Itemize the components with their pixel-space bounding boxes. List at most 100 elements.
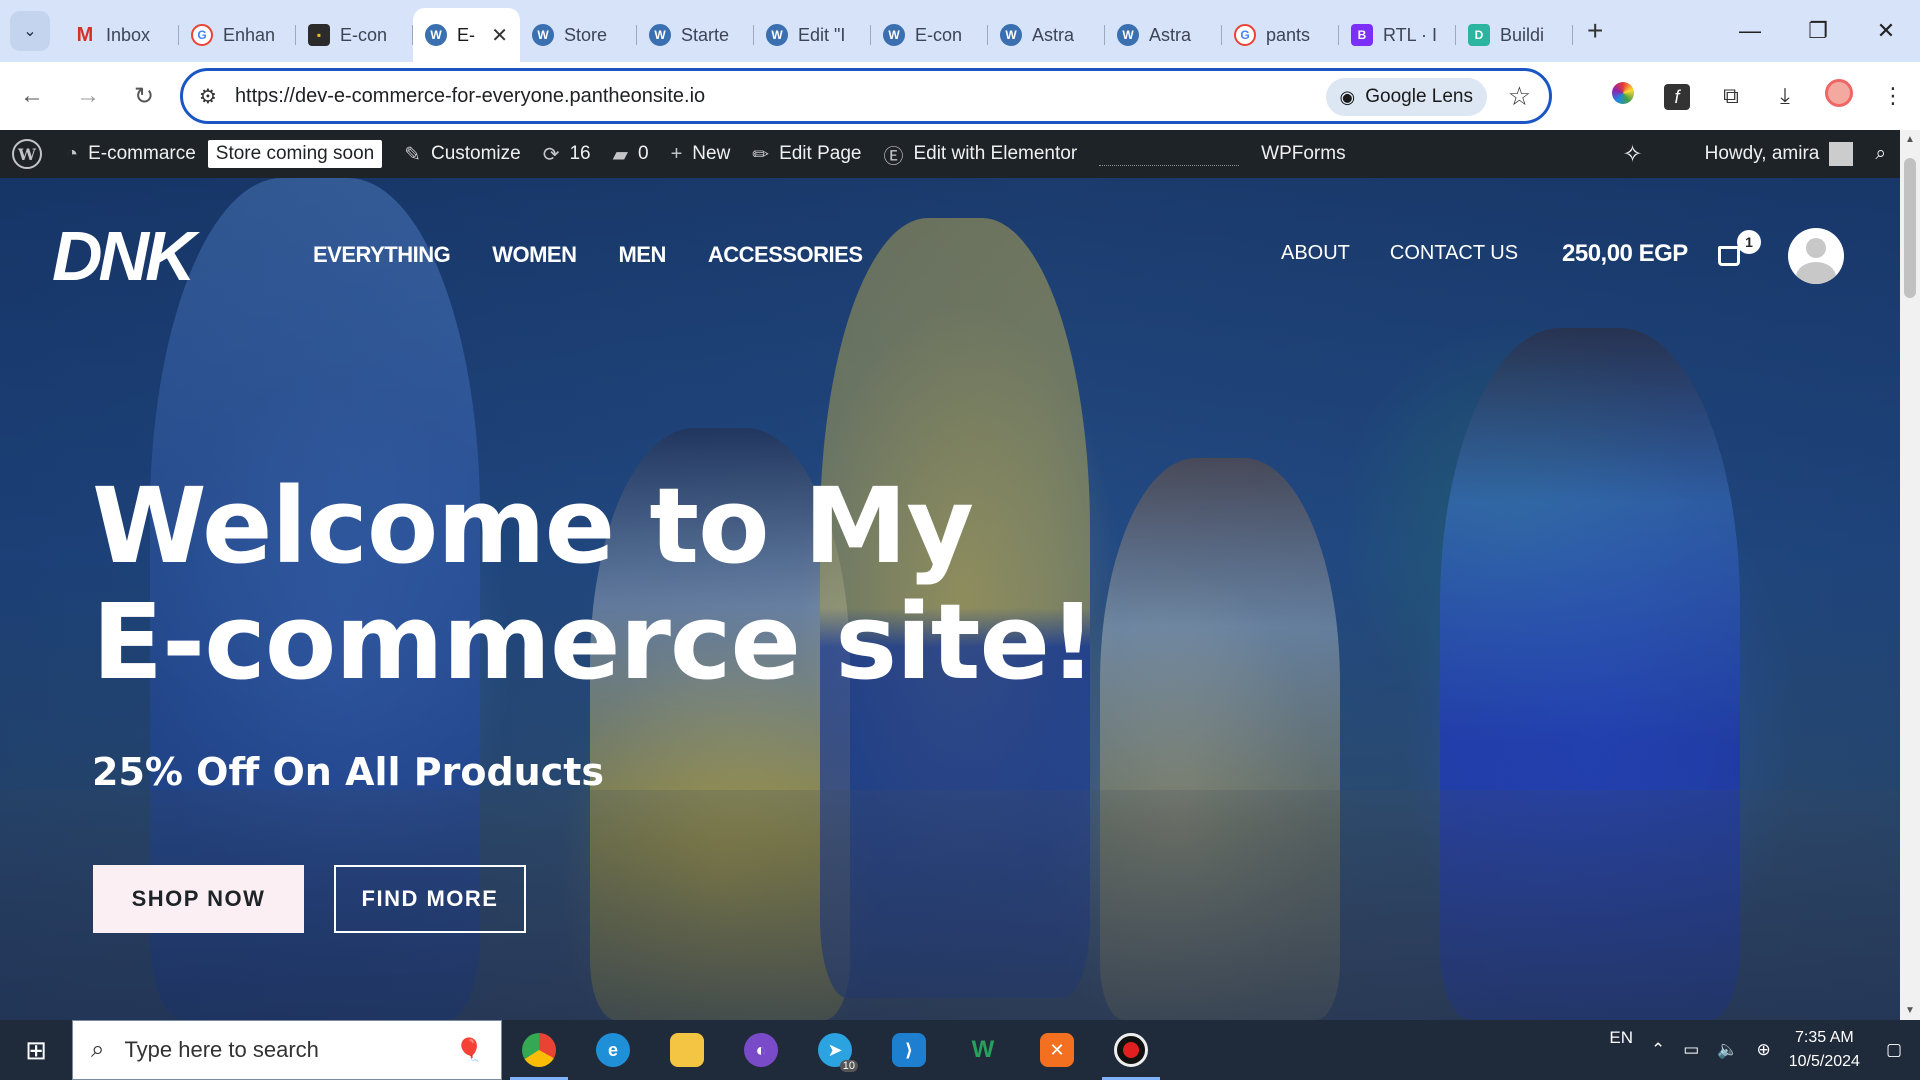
- tab-title: Starte: [681, 24, 730, 45]
- admin-search-icon[interactable]: ⌕: [1875, 143, 1886, 165]
- admin-updates[interactable]: ⟳ 16: [543, 142, 591, 167]
- taskbar-clock[interactable]: 7:35 AM 10/5/2024: [1789, 1026, 1860, 1074]
- browser-tab[interactable]: W Starte: [637, 13, 754, 57]
- menu-item-women[interactable]: WOMEN: [492, 242, 577, 268]
- tab-title: E-con: [340, 24, 388, 45]
- battery-icon[interactable]: ▭: [1683, 1040, 1699, 1060]
- more-menu-icon[interactable]: ⋮: [1866, 83, 1920, 109]
- toolbar-actions: f ⧉ ⤓ ⋮: [1596, 62, 1920, 130]
- github-app[interactable]: ◐: [724, 1020, 798, 1080]
- secondary-menu: ABOUT CONTACT US: [1281, 242, 1558, 265]
- tab-search-button[interactable]: ⌄: [10, 11, 50, 51]
- edit-elementor-label: Edit with Elementor: [913, 143, 1078, 164]
- find-more-button[interactable]: FIND MORE: [334, 865, 526, 933]
- vscode-app[interactable]: ⟩: [872, 1020, 946, 1080]
- close-window-icon[interactable]: ✕: [1852, 18, 1920, 44]
- folder-icon: [670, 1033, 704, 1067]
- xampp-app[interactable]: ✕: [1020, 1020, 1094, 1080]
- admin-customize[interactable]: ✎ Customize: [404, 142, 521, 167]
- restore-icon[interactable]: ❐: [1784, 18, 1852, 44]
- telegram-app[interactable]: ➤ 10: [798, 1020, 872, 1080]
- wordpress-logo-icon[interactable]: W: [12, 139, 42, 169]
- color-extension-icon[interactable]: [1596, 82, 1650, 110]
- taskbar-search[interactable]: ⌕ Type here to search 🎈: [72, 1020, 502, 1080]
- shop-now-button[interactable]: SHOP NOW: [93, 865, 304, 933]
- scroll-down-icon[interactable]: ▼: [1900, 1005, 1920, 1016]
- menu-item-men[interactable]: MEN: [618, 242, 666, 268]
- browser-tab[interactable]: W Astra: [988, 13, 1105, 57]
- dashboard-gauge-icon: ◔: [66, 142, 79, 165]
- file-explorer-app[interactable]: [650, 1020, 724, 1080]
- menu-item-contact[interactable]: CONTACT US: [1390, 242, 1518, 265]
- admin-account[interactable]: Howdy, amira: [1705, 142, 1854, 166]
- browser-tab[interactable]: W Store: [520, 13, 637, 57]
- chevron-up-icon[interactable]: ⌃: [1651, 1040, 1665, 1060]
- lens-icon: ◉: [1339, 86, 1356, 107]
- windows-start-icon[interactable]: ⊞: [0, 1035, 72, 1066]
- recorder-app[interactable]: [1094, 1020, 1168, 1080]
- tab-title: E-con: [915, 24, 963, 45]
- volume-icon[interactable]: 🔈: [1717, 1040, 1738, 1060]
- menu-item-about[interactable]: ABOUT: [1281, 242, 1350, 265]
- wordpress-icon: W: [766, 24, 788, 46]
- browser-tab[interactable]: G Enhan: [179, 13, 296, 57]
- forward-icon[interactable]: →: [64, 82, 112, 110]
- reload-icon[interactable]: ↻: [120, 82, 168, 111]
- page-scrollbar[interactable]: ▲ ▼: [1900, 130, 1920, 1020]
- google-icon: G: [1234, 24, 1256, 46]
- admin-new[interactable]: + New: [671, 143, 731, 166]
- menu-item-accessories[interactable]: ACCESSORIES: [708, 242, 863, 268]
- font-extension-icon[interactable]: f: [1650, 83, 1704, 110]
- back-icon[interactable]: ←: [8, 82, 56, 110]
- download-icon[interactable]: ⤓: [1758, 83, 1812, 109]
- cart-bag-icon[interactable]: [1718, 246, 1740, 266]
- browser-tab[interactable]: Gpants: [1222, 13, 1339, 57]
- admin-site-name[interactable]: ◔ E-commarce Store coming soon: [66, 140, 383, 168]
- extensions-icon[interactable]: ⧉: [1704, 83, 1758, 109]
- profile-icon[interactable]: [1812, 79, 1866, 113]
- browser-tab[interactable]: M Inbox: [62, 13, 179, 57]
- edge-app[interactable]: e: [576, 1020, 650, 1080]
- menu-item-everything[interactable]: EVERYTHING: [313, 242, 451, 268]
- browser-tab[interactable]: B RTL · I: [1339, 13, 1456, 57]
- account-avatar[interactable]: [1788, 228, 1844, 284]
- site-info-icon[interactable]: ⚙: [199, 84, 217, 109]
- new-tab-button[interactable]: +: [1587, 15, 1603, 47]
- clock-time: 7:35 AM: [1794, 1029, 1854, 1046]
- brush-icon: ✎: [404, 143, 421, 166]
- ai-sparkle-icon[interactable]: ✧: [1623, 140, 1643, 169]
- browser-tab[interactable]: ▪ E-con: [296, 13, 413, 57]
- browser-tab[interactable]: W E-con: [871, 13, 988, 57]
- w3-app[interactable]: W: [946, 1020, 1020, 1080]
- admin-edit-page[interactable]: ✏ Edit Page: [752, 142, 861, 167]
- github-icon: ◐: [744, 1033, 778, 1067]
- chrome-app[interactable]: [502, 1020, 576, 1080]
- updates-count: 16: [569, 143, 591, 164]
- bookmark-star-icon[interactable]: ☆: [1508, 81, 1531, 112]
- minimize-icon[interactable]: —: [1716, 18, 1784, 44]
- windows-taskbar: ⊞ ⌕ Type here to search 🎈 e ◐ ➤ 10 ⟩ W ✕ …: [0, 1020, 1920, 1080]
- store-coming-soon-badge[interactable]: Store coming soon: [207, 140, 383, 168]
- site-name-label: E-commarce: [88, 143, 196, 164]
- admin-comments[interactable]: ▰ 0: [613, 142, 649, 167]
- admin-edit-elementor[interactable]: Ⓔ Edit with Elementor: [883, 140, 1077, 169]
- browser-tab[interactable]: W Astra: [1105, 13, 1222, 57]
- address-bar[interactable]: ⚙ https://dev-e-commerce-for-everyone.pa…: [180, 68, 1552, 124]
- site-logo[interactable]: DNK: [52, 216, 196, 296]
- language-indicator[interactable]: EN: [1609, 1028, 1633, 1048]
- network-icon[interactable]: ⊕: [1757, 1040, 1771, 1060]
- browser-tab-active[interactable]: W E- ✕: [413, 8, 520, 62]
- browser-tab[interactable]: D Buildi: [1456, 13, 1573, 57]
- close-tab-icon[interactable]: ✕: [491, 23, 508, 48]
- url-text[interactable]: https://dev-e-commerce-for-everyone.pant…: [235, 85, 705, 108]
- wp-admin-bar: W ◔ E-commarce Store coming soon ✎ Custo…: [0, 130, 1900, 178]
- tab-title: Astra: [1032, 24, 1075, 45]
- notifications-icon[interactable]: ▢: [1886, 1040, 1902, 1060]
- google-lens-button[interactable]: ◉ Google Lens: [1325, 78, 1487, 116]
- browser-tab[interactable]: W Edit "I: [754, 13, 871, 57]
- cart-total[interactable]: 250,00 EGP: [1562, 240, 1688, 268]
- scroll-up-icon[interactable]: ▲: [1900, 134, 1920, 145]
- scrollbar-thumb[interactable]: [1904, 158, 1916, 298]
- wpforms-label: WPForms: [1261, 143, 1346, 164]
- admin-wpforms[interactable]: WPForms: [1261, 143, 1345, 165]
